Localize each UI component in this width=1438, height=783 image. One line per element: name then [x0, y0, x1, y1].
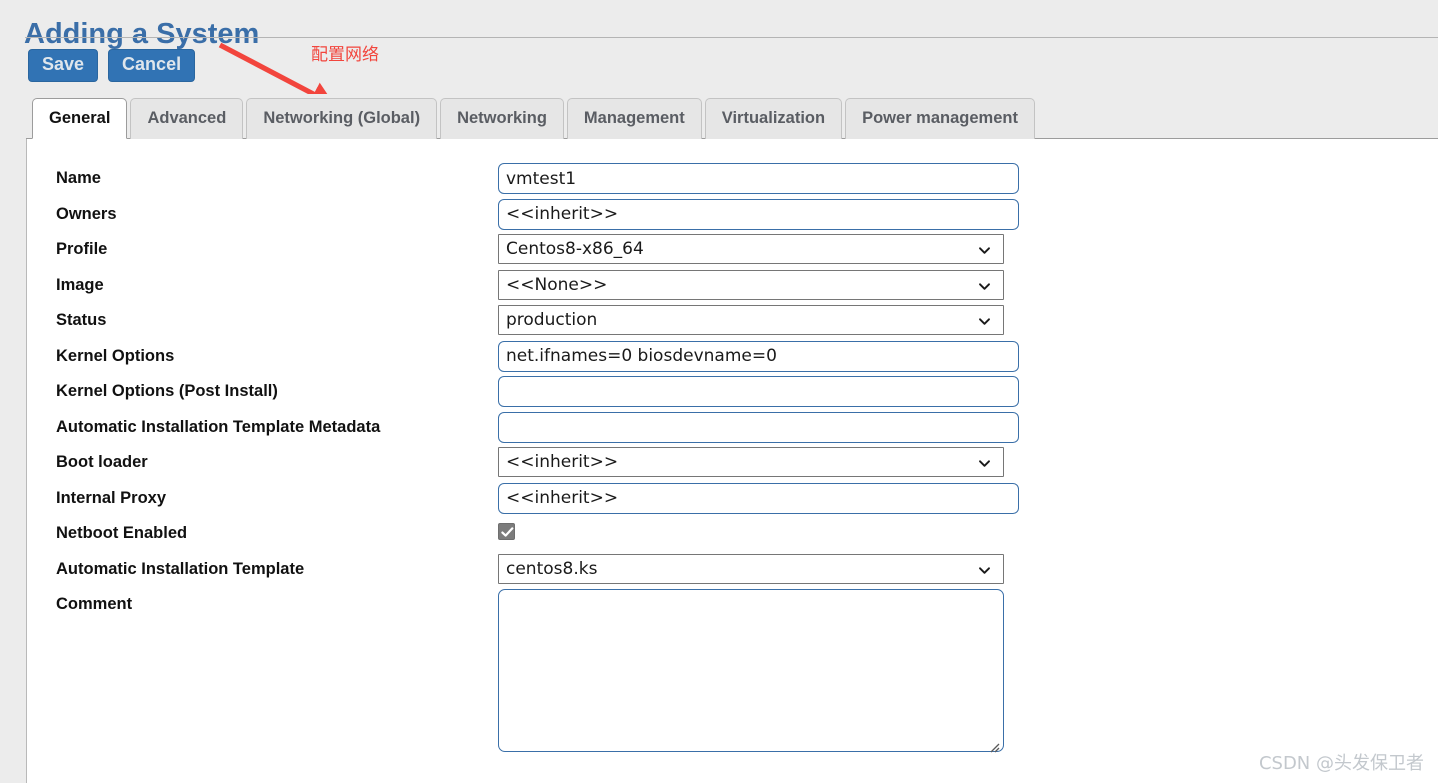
action-toolbar: Save Cancel	[28, 49, 196, 82]
tab-label: Networking	[457, 109, 547, 127]
field-control: <<inherit>>	[498, 447, 1004, 477]
select-value: <<None>>	[506, 274, 608, 295]
autoinstall-template-select[interactable]: centos8.ks	[498, 553, 1004, 584]
form-row-kernel-options-post-install: Kernel Options (Post Install)	[27, 376, 1438, 415]
field-label: Image	[56, 275, 104, 294]
form-row-image: Image <<None>>	[27, 269, 1438, 309]
save-button[interactable]: Save	[28, 49, 99, 82]
internal-proxy-input[interactable]	[498, 482, 1019, 514]
tab-advanced[interactable]: Advanced	[130, 98, 244, 139]
form-row-owners: Owners	[27, 198, 1438, 238]
tab-label: Networking (Global)	[263, 109, 421, 127]
tab-management[interactable]: Management	[566, 98, 702, 139]
field-label: Kernel Options	[56, 346, 175, 365]
field-control: centos8.ks	[498, 553, 1004, 584]
form-row-netboot-enabled: Netboot Enabled	[27, 521, 1438, 557]
status-select[interactable]: production	[498, 305, 1004, 335]
select-value: production	[506, 310, 598, 330]
chevron-down-icon	[979, 566, 990, 574]
field-control: production	[498, 305, 1004, 335]
chevron-down-icon	[979, 460, 990, 467]
form-row-autoinstall-metadata: Automatic Installation Template Metadata	[27, 411, 1438, 451]
tab-virtualization[interactable]: Virtualization	[704, 98, 843, 139]
field-control	[498, 589, 1004, 757]
tab-label: General	[49, 109, 111, 127]
field-control	[498, 198, 1019, 230]
name-input[interactable]	[498, 163, 1019, 194]
form-row-status: Status production	[27, 305, 1438, 344]
field-control: Centos8-x86_64	[498, 234, 1004, 264]
check-icon	[501, 527, 514, 537]
tab-label: Power management	[862, 109, 1018, 127]
app-root: Adding a System Save Cancel 配置网络 General…	[0, 0, 1438, 783]
form-row-comment: Comment	[27, 589, 1438, 772]
tab-bar: General Advanced Networking (Global) Net…	[26, 94, 1438, 139]
field-label: Profile	[56, 240, 108, 258]
field-label: Netboot Enabled	[56, 524, 188, 542]
form-row-boot-loader: Boot loader <<inherit>>	[27, 447, 1438, 486]
form-row-profile: Profile Centos8-x86_64	[27, 234, 1438, 273]
boot-loader-select[interactable]: <<inherit>>	[498, 447, 1004, 477]
select-value: Centos8-x86_64	[506, 239, 644, 259]
chevron-down-icon	[979, 282, 990, 290]
field-label: Automatic Installation Template	[56, 559, 305, 578]
field-label: Name	[56, 169, 101, 187]
tab-label: Advanced	[147, 109, 227, 127]
title-divider	[25, 37, 1438, 38]
field-control	[498, 340, 1019, 372]
chevron-down-icon	[979, 247, 990, 254]
tab-label: Virtualization	[721, 109, 826, 127]
tab-label: Management	[583, 109, 685, 127]
field-label: Boot loader	[56, 453, 148, 471]
owners-input[interactable]	[498, 198, 1019, 230]
field-label: Comment	[56, 595, 133, 613]
kernel-options-input[interactable]	[498, 340, 1019, 372]
field-label: Internal Proxy	[56, 488, 167, 507]
select-value: centos8.ks	[506, 558, 598, 579]
tab-content-general: Name Owners Profile Centos8-x86_64	[26, 139, 1438, 783]
tab-networking[interactable]: Networking	[440, 98, 564, 139]
netboot-enabled-checkbox[interactable]	[498, 523, 515, 540]
field-control	[498, 376, 1019, 407]
field-label: Kernel Options (Post Install)	[56, 382, 278, 400]
tab-power-management[interactable]: Power management	[845, 98, 1035, 139]
field-label: Status	[56, 311, 107, 329]
form-row-autoinstall-template: Automatic Installation Template centos8.…	[27, 553, 1438, 593]
field-control	[498, 482, 1019, 514]
form-row-internal-proxy: Internal Proxy	[27, 482, 1438, 522]
tab-networking-global[interactable]: Networking (Global)	[246, 98, 438, 139]
chevron-down-icon	[979, 318, 990, 325]
field-control	[498, 518, 515, 540]
profile-select[interactable]: Centos8-x86_64	[498, 234, 1004, 264]
cancel-button[interactable]: Cancel	[108, 49, 196, 82]
annotation-label: 配置网络	[311, 45, 379, 65]
page-title: Adding a System	[24, 18, 260, 51]
image-select[interactable]: <<None>>	[498, 269, 1004, 300]
kernel-options-post-install-input[interactable]	[498, 376, 1019, 407]
form-row-name: Name	[27, 163, 1438, 202]
select-value: <<inherit>>	[506, 452, 619, 472]
autoinstall-metadata-input[interactable]	[498, 411, 1019, 443]
form-row-kernel-options: Kernel Options	[27, 340, 1438, 380]
field-control: <<None>>	[498, 269, 1004, 300]
field-label: Automatic Installation Template Metadata	[56, 417, 381, 436]
field-control	[498, 163, 1019, 194]
comment-textarea[interactable]	[498, 589, 1004, 752]
field-control	[498, 411, 1019, 443]
tab-general[interactable]: General	[32, 98, 128, 139]
watermark: CSDN @头发保卫者	[1258, 753, 1424, 774]
field-label: Owners	[56, 204, 117, 223]
